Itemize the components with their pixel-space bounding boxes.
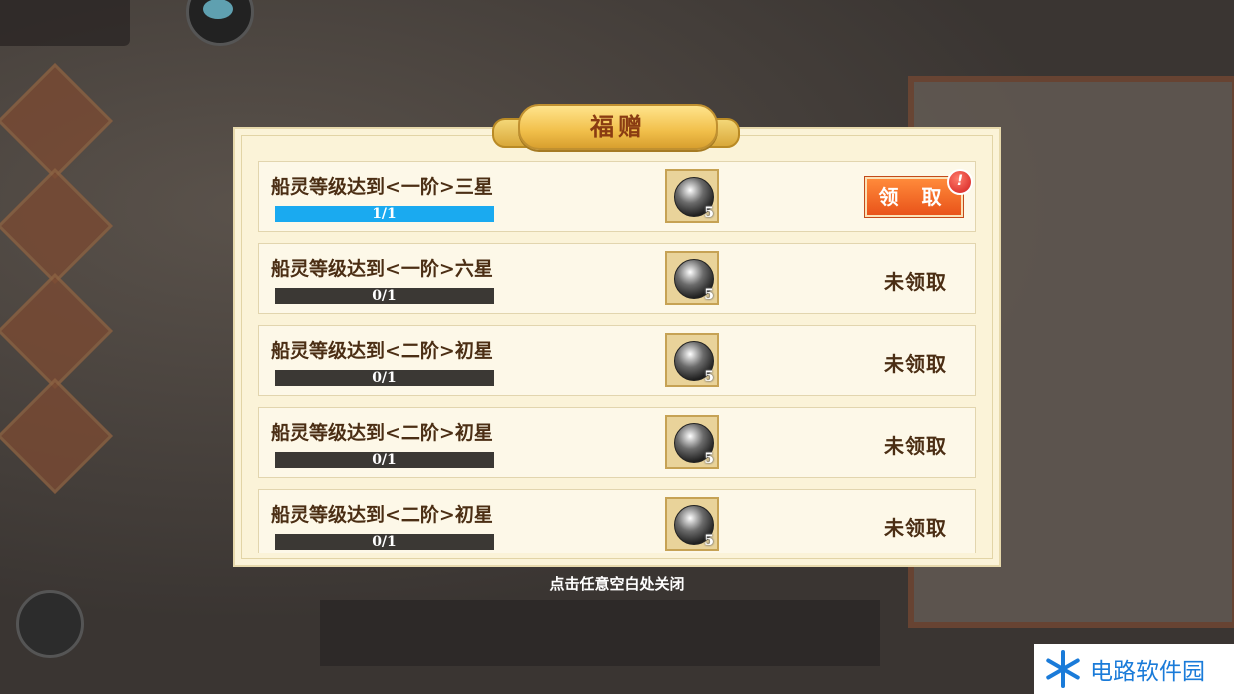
side-menu-button[interactable] [0,168,113,284]
unclaimed-status: 未领取 [884,270,947,294]
reward-item-slot[interactable]: 5 [665,251,719,305]
companion-avatar[interactable] [186,0,254,46]
claim-button[interactable]: 领 取 ! [865,169,973,217]
reward-condition: 船灵等级达到<二阶>初星 [271,504,493,526]
reward-condition: 船灵等级达到<二阶>初星 [271,340,493,362]
reward-item-slot[interactable]: 5 [665,415,719,469]
reward-row: 船灵等级达到<一阶>三星 1/1 5 领 取 ! [258,161,976,232]
progress-text: 0/1 [372,370,397,386]
unclaimed-status: 未领取 [884,516,947,540]
unclaimed-status: 未领取 [884,434,947,458]
progress-text: 0/1 [372,452,397,468]
progress-text: 0/1 [372,288,397,304]
item-quantity: 5 [704,205,714,221]
watermark-logo-icon [1042,648,1084,690]
reward-row: 船灵等级达到<一阶>六星 0/1 5 未领取 [258,243,976,314]
background-bar [320,600,880,666]
progress-text: 0/1 [372,534,397,550]
reward-condition: 船灵等级达到<一阶>三星 [271,176,493,198]
progress-bar: 0/1 [275,370,494,386]
item-quantity: 5 [704,369,714,385]
reward-row: 船灵等级达到<二阶>初星 0/1 5 未领取 [258,407,976,478]
top-bar [0,0,130,46]
reward-item-slot[interactable]: 5 [665,169,719,223]
claim-button-label: 领 取 [878,185,950,209]
alert-badge-icon: ! [947,169,973,195]
progress-text: 1/1 [372,206,397,222]
close-hint[interactable]: 点击任意空白处关闭 [0,573,1234,594]
progress-bar: 1/1 [275,206,494,222]
reward-row: 船灵等级达到<二阶>初星 0/1 5 未领取 [258,489,976,553]
modal-title-plate: 福赠 [492,104,740,150]
reward-item-slot[interactable]: 5 [665,333,719,387]
progress-bar: 0/1 [275,452,494,468]
unclaimed-status: 未领取 [884,352,947,376]
reward-row: 船灵等级达到<二阶>初星 0/1 5 未领取 [258,325,976,396]
side-menu-button[interactable] [0,63,113,179]
item-quantity: 5 [704,287,714,303]
player-avatar[interactable] [16,590,84,658]
reward-condition: 船灵等级达到<二阶>初星 [271,422,493,444]
progress-bar: 0/1 [275,534,494,550]
watermark-text: 电路软件园 [1090,659,1205,685]
modal-title: 福赠 [518,104,718,150]
progress-bar: 0/1 [275,288,494,304]
side-menu-button[interactable] [0,378,113,494]
item-quantity: 5 [704,451,714,467]
reward-condition: 船灵等级达到<一阶>六星 [271,258,493,280]
side-menu-button[interactable] [0,273,113,389]
watermark: 电路软件园 [1034,644,1234,694]
item-quantity: 5 [704,533,714,549]
reward-item-slot[interactable]: 5 [665,497,719,551]
reward-list[interactable]: 船灵等级达到<一阶>三星 1/1 5 领 取 ! 船灵等级达到<一阶>六星 0/… [258,161,976,553]
